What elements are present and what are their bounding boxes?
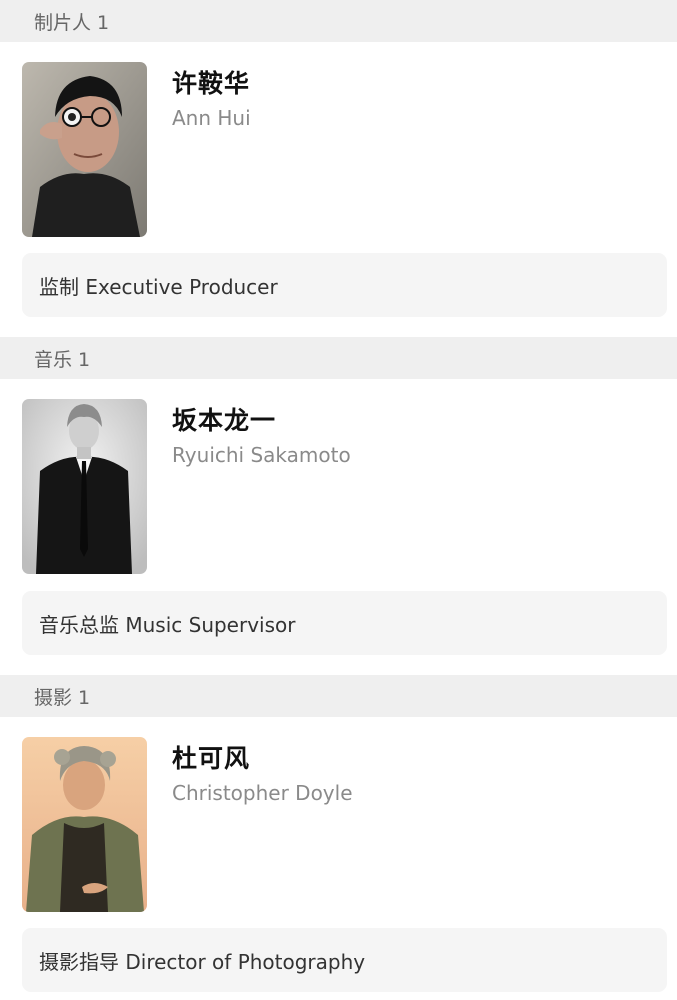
ann-hui-photo [22, 62, 147, 237]
section-header-music: 音乐 1 [0, 337, 677, 379]
person-card-christopher-doyle[interactable]: 杜可风 Christopher Doyle [22, 737, 662, 913]
person-card-ryuichi-sakamoto[interactable]: 坂本龙一 Ryuichi Sakamoto [22, 399, 662, 575]
person-card-ann-hui[interactable]: 许鞍华 Ann Hui [22, 62, 662, 238]
role-director-of-photography: 摄影指导 Director of Photography [22, 928, 667, 992]
person-name-cn: 许鞍华 [172, 69, 251, 98]
section-header-label: 制片人 1 [34, 11, 110, 34]
person-name-cn: 杜可风 [172, 744, 251, 773]
person-name-en: Ryuichi Sakamoto [172, 443, 351, 467]
role-label: 摄影指导 Director of Photography [39, 949, 366, 974]
ryuichi-sakamoto-photo [22, 399, 147, 574]
person-name-cn: 坂本龙一 [172, 406, 277, 435]
person-name-en: Ann Hui [172, 106, 251, 130]
role-executive-producer: 监制 Executive Producer [22, 253, 667, 317]
role-label: 音乐总监 Music Supervisor [39, 612, 296, 637]
section-header-label: 摄影 1 [34, 686, 91, 709]
section-header-photography: 摄影 1 [0, 675, 677, 717]
section-header-label: 音乐 1 [34, 348, 91, 371]
christopher-doyle-photo [22, 737, 147, 912]
section-header-producer: 制片人 1 [0, 0, 677, 42]
role-music-supervisor: 音乐总监 Music Supervisor [22, 591, 667, 655]
role-label: 监制 Executive Producer [39, 274, 278, 299]
person-name-en: Christopher Doyle [172, 781, 353, 805]
